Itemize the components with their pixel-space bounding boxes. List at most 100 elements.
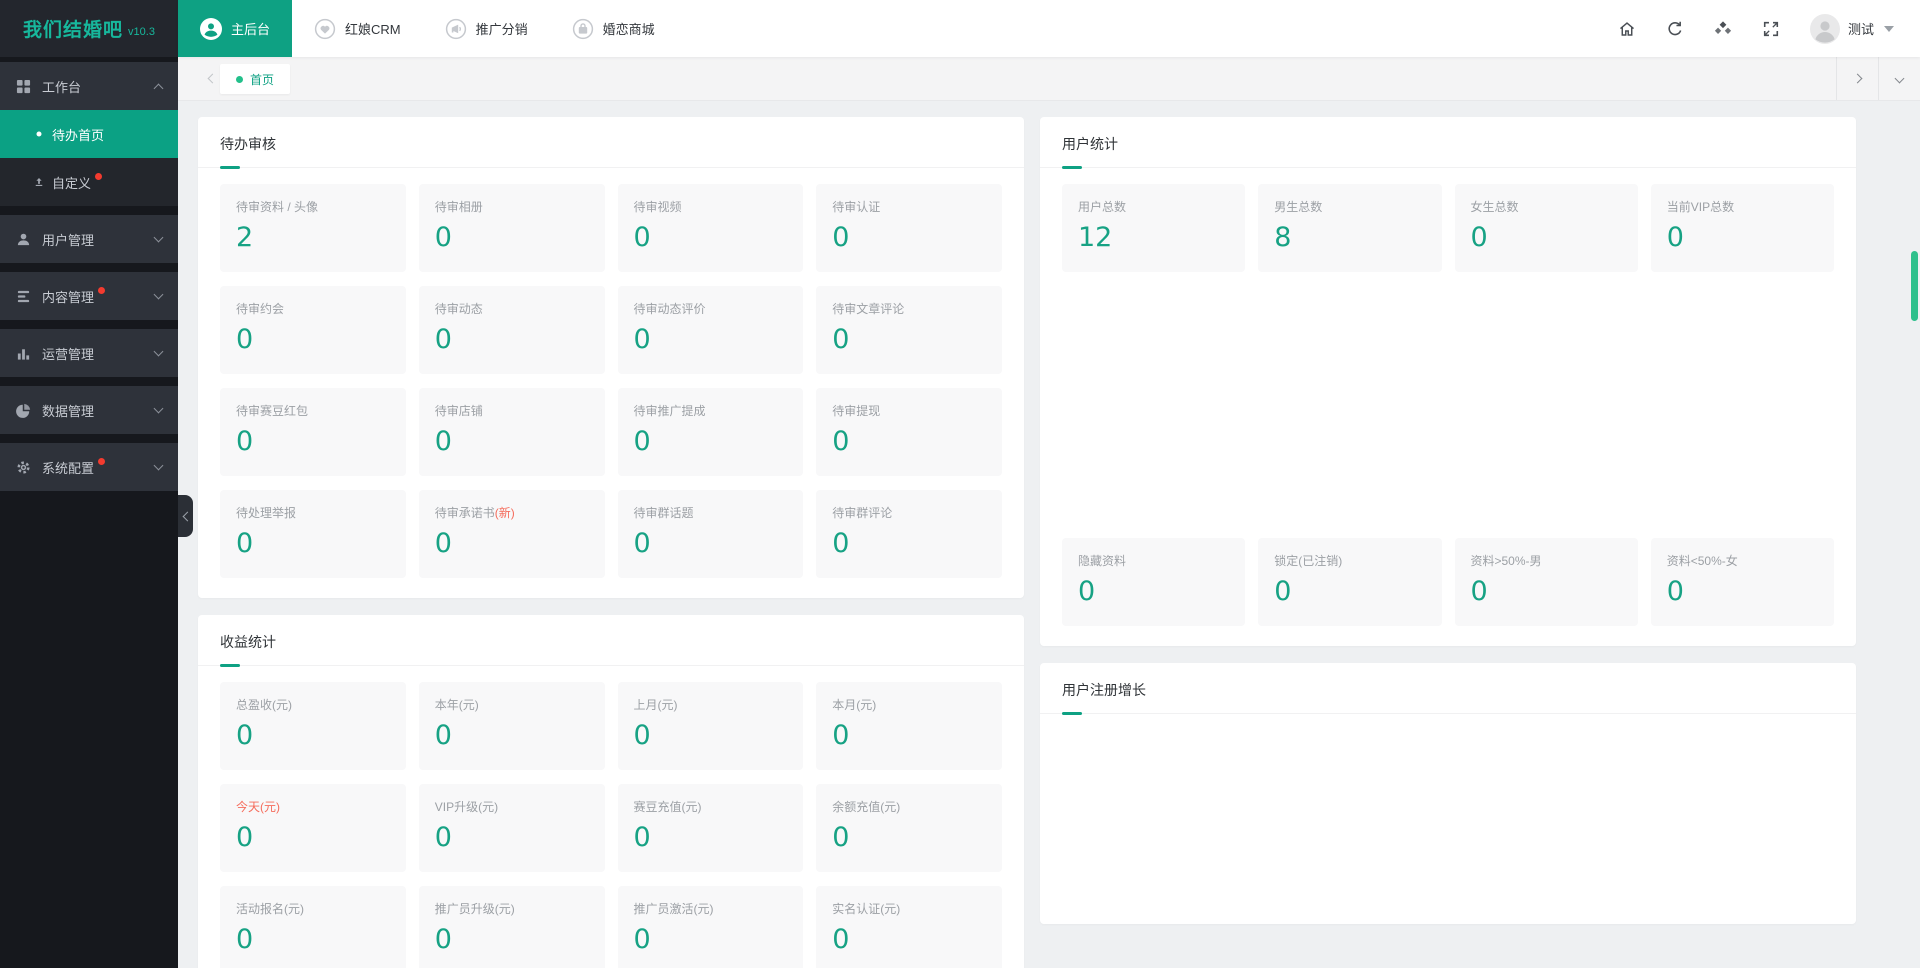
sidebar-item-operation-mgmt[interactable]: 运营管理 (0, 329, 178, 377)
stat-card[interactable]: 待审推广提成 0 (617, 388, 804, 476)
left-column: 待办审核 待审资料 / 头像 2 待审相册 0 待审视频 0 待审认证 0 待审… (198, 117, 1024, 968)
new-badge: (新) (494, 506, 515, 520)
sidebar-collapse-button[interactable] (178, 495, 193, 537)
stat-card[interactable]: 待审群话题 0 (617, 490, 804, 578)
stat-value: 0 (434, 528, 452, 559)
stat-value: 0 (832, 822, 850, 853)
dot-icon (34, 129, 44, 139)
stat-label: 待审提现 (832, 404, 881, 418)
header-actions: 测试 (1618, 0, 1920, 57)
tabs-scroll-left-button[interactable] (178, 57, 218, 100)
nav-tab-matchmaker-crm[interactable]: 红娘CRM (292, 0, 423, 57)
tabs-scroll-right-button[interactable] (1836, 57, 1878, 100)
stat-card[interactable]: 待审提现 0 (816, 388, 1002, 476)
stat-label: 资料<50%-女 (1666, 554, 1738, 568)
nav-tab-mall[interactable]: 婚恋商城 (550, 0, 677, 57)
theme-icon[interactable] (1714, 20, 1732, 38)
stat-label: 待审店铺 (434, 404, 483, 418)
upload-icon (34, 177, 44, 187)
stat-card[interactable]: 待审文章评论 0 (816, 286, 1002, 374)
panel-title: 待办审核 (220, 136, 276, 152)
sidebar-item-workbench[interactable]: 工作台 (0, 62, 178, 110)
stat-value: 0 (236, 528, 254, 559)
user-menu[interactable]: 测试 (1809, 13, 1894, 44)
nav-tab-promotion[interactable]: 推广分销 (423, 0, 550, 57)
stat-card[interactable]: 待审动态评价 0 (617, 286, 804, 374)
stat-card: 资料<50%-女 0 (1650, 538, 1834, 626)
sidebar-item-label: 待办首页 (52, 127, 105, 143)
stat-label: 待审认证 (832, 200, 881, 214)
chevron-right-icon (1852, 73, 1863, 84)
sidebar-item-custom[interactable]: 自定义 (0, 158, 178, 206)
stat-value: 0 (236, 822, 254, 853)
stat-label: 待审资料 / 头像 (236, 200, 319, 214)
stat-label: 总盈收(元) (236, 698, 292, 712)
notification-badge (98, 286, 106, 294)
income-stats-panel: 收益统计 总盈收(元) 0 本年(元) 0 上月(元) 0 本月(元) 0 今天… (198, 615, 1024, 968)
sidebar-item-todo-home[interactable]: 待办首页 (0, 110, 178, 158)
main-region: 主后台 红娘CRM 推广分销 婚恋商城 测试 首页 待办审核 待审资料 / 头像… (178, 0, 1920, 968)
page-tabs-bar: 首页 (178, 57, 1920, 101)
stat-label: 实名认证(元) (832, 902, 901, 916)
stat-value: 0 (1666, 222, 1684, 253)
user-stats-chart-area (1040, 292, 1856, 538)
page-tab-home[interactable]: 首页 (220, 64, 291, 94)
stat-card: 本月(元) 0 (816, 682, 1002, 770)
stat-card[interactable]: 待审承诺书(新) 0 (418, 490, 605, 578)
stat-card[interactable]: 待审视频 0 (617, 184, 804, 272)
stat-card[interactable]: 待审动态 0 (418, 286, 605, 374)
stat-label: 资料>50%-男 (1470, 554, 1542, 568)
sidebar-item-user-mgmt[interactable]: 用户管理 (0, 215, 178, 263)
stat-value: 0 (832, 720, 850, 751)
fullscreen-icon[interactable] (1762, 20, 1780, 38)
stat-label: 锁定(已注销) (1274, 554, 1343, 568)
right-column: 用户统计 用户总数 12 男生总数 8 女生总数 0 当前VIP总数 0 隐藏资… (1040, 117, 1856, 968)
stat-value: 0 (236, 924, 254, 955)
stat-label: 待审约会 (236, 302, 285, 316)
sidebar-item-system-config[interactable]: 系统配置 (0, 443, 178, 491)
nav-tab-main-admin[interactable]: 主后台 (178, 0, 293, 57)
stat-card[interactable]: 待审群评论 0 (816, 490, 1002, 578)
stat-label: 男生总数 (1274, 200, 1323, 214)
sidebar-item-label: 运营管理 (42, 346, 95, 362)
panel-header: 用户注册增长 (1040, 663, 1856, 715)
user-stats-bottom-cards: 隐藏资料 0 锁定(已注销) 0 资料>50%-男 0 资料<50%-女 0 (1040, 538, 1856, 646)
scrollbar-thumb[interactable] (1911, 251, 1918, 321)
stat-value: 0 (1470, 222, 1488, 253)
stat-value: 0 (434, 720, 452, 751)
stat-value: 0 (434, 222, 452, 253)
panel-title: 用户统计 (1062, 136, 1118, 152)
chevron-icon (153, 83, 164, 93)
stat-label: VIP升级(元) (434, 800, 499, 814)
stat-label: 活动报名(元) (236, 902, 304, 916)
refresh-icon[interactable] (1666, 20, 1684, 38)
stat-card[interactable]: 待审相册 0 (418, 184, 605, 272)
stat-label: 待审文章评论 (832, 302, 905, 316)
chevron-icon (153, 289, 164, 300)
stat-label: 待审赛豆红包 (236, 404, 309, 418)
home-icon[interactable] (1618, 20, 1636, 38)
registration-growth-panel: 用户注册增长 (1040, 663, 1856, 924)
stat-card[interactable]: 待处理举报 0 (220, 490, 406, 578)
stat-card: 活动报名(元) 0 (220, 886, 406, 968)
stat-card[interactable]: 待审约会 0 (220, 286, 406, 374)
stat-card[interactable]: 待审资料 / 头像 2 (220, 184, 406, 272)
stat-card[interactable]: 待审店铺 0 (418, 388, 605, 476)
caret-down-icon (1884, 25, 1894, 32)
panel-header: 用户统计 (1040, 117, 1856, 169)
gear-icon (16, 460, 31, 475)
sidebar-item-data-mgmt[interactable]: 数据管理 (0, 386, 178, 434)
stat-label: 今天(元) (236, 800, 280, 814)
stat-label: 待审承诺书(新) (434, 506, 515, 520)
heart-circle-icon (314, 18, 336, 40)
user-icon (16, 232, 31, 247)
stat-card[interactable]: 待审赛豆红包 0 (220, 388, 406, 476)
tabs-menu-button[interactable] (1878, 57, 1920, 100)
stat-card[interactable]: 待审认证 0 (816, 184, 1002, 272)
page-scrollbar[interactable] (1910, 101, 1920, 968)
stat-label: 待处理举报 (236, 506, 297, 520)
stat-label: 待审相册 (434, 200, 483, 214)
panel-title: 用户注册增长 (1062, 682, 1146, 698)
sidebar-item-content-mgmt[interactable]: 内容管理 (0, 272, 178, 320)
stat-card: 当前VIP总数 0 (1650, 184, 1834, 272)
